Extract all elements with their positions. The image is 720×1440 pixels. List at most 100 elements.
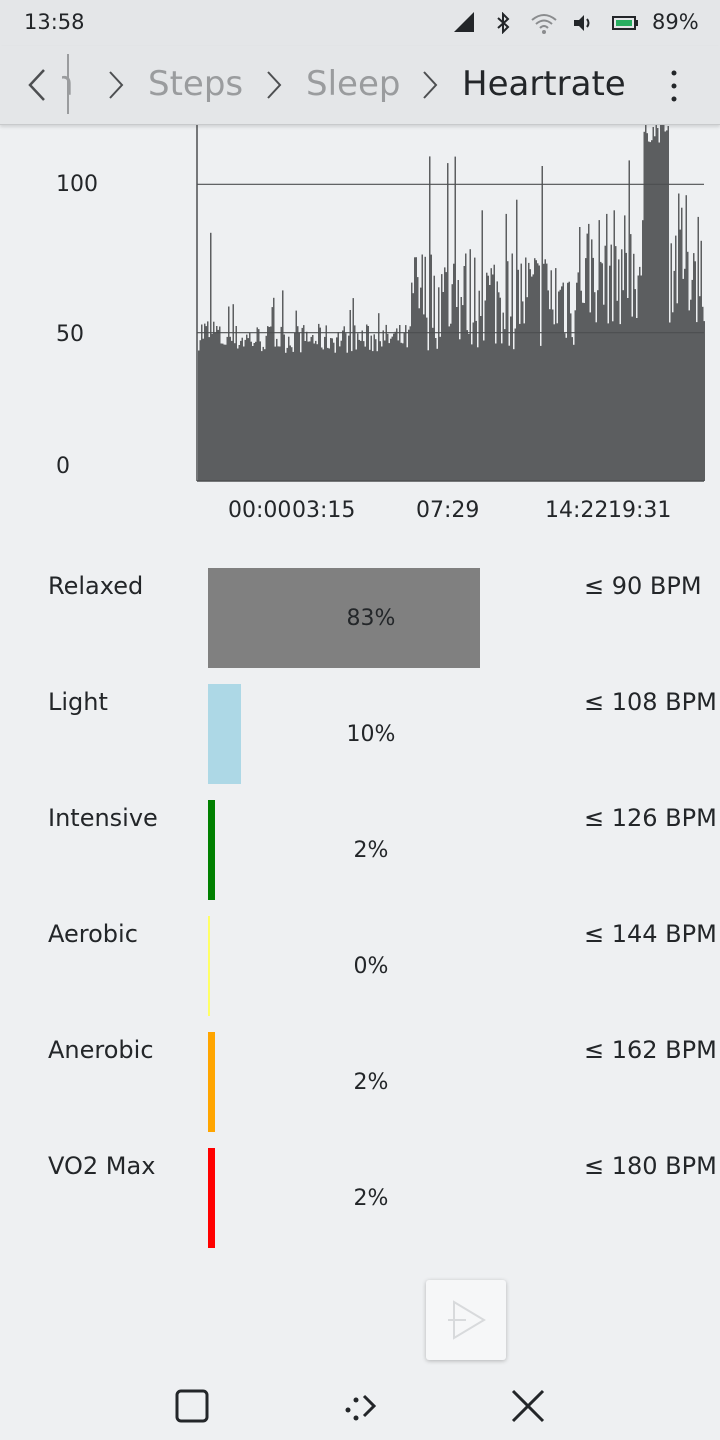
heartrate-bar — [282, 290, 284, 481]
zone-bpm: ≤ 144 BPM — [584, 920, 717, 948]
heartrate-bar — [447, 163, 449, 481]
overflow-menu-icon[interactable] — [662, 68, 686, 104]
heartrate-bar — [477, 347, 479, 481]
heartrate-bar — [453, 263, 455, 481]
heartrate-bar — [370, 335, 372, 481]
heartrate-bar — [445, 272, 447, 481]
breadcrumb-scroll-divider — [67, 54, 69, 114]
heartrate-bar — [408, 329, 410, 481]
heartrate-bar — [301, 327, 303, 481]
breadcrumb-truncated[interactable]: h — [62, 64, 82, 104]
heartrate-bar — [633, 253, 635, 481]
heartrate-bar — [583, 303, 585, 481]
heartrate-bar — [285, 352, 287, 481]
heartrate-bar — [313, 343, 315, 481]
play-button[interactable] — [426, 1280, 506, 1360]
zone-percent: 0% — [353, 954, 389, 979]
heartrate-bar — [666, 130, 668, 481]
zone-percent: 2% — [353, 1070, 389, 1095]
heartrate-bar — [414, 257, 416, 481]
heartrate-bar — [256, 327, 258, 481]
heartrate-bar — [580, 290, 582, 481]
heartrate-bar — [268, 327, 270, 481]
heartrate-bar — [246, 334, 248, 481]
heartrate-bar — [298, 333, 300, 481]
breadcrumb-sleep[interactable]: Sleep — [306, 64, 400, 104]
heartrate-bar — [537, 263, 539, 481]
heartrate-bar — [469, 249, 471, 481]
heartrate-bar — [205, 326, 207, 481]
heartrate-bar — [412, 293, 414, 481]
breadcrumb-steps[interactable]: Steps — [148, 64, 243, 104]
overview-square-icon[interactable] — [172, 1386, 212, 1426]
heartrate-bar — [226, 336, 228, 481]
heartrate-bar — [642, 220, 644, 481]
heartrate-bar — [451, 284, 453, 481]
heartrate-bar — [697, 216, 699, 481]
heartrate-bar — [450, 323, 452, 481]
heartrate-bar — [622, 290, 624, 481]
heartrate-bar — [564, 333, 566, 481]
heartrate-bar — [415, 257, 417, 481]
heartrate-bar — [411, 282, 413, 481]
x-tick-label: 19:31 — [608, 498, 671, 523]
heartrate-bar — [679, 229, 681, 481]
heartrate-bar — [432, 327, 434, 481]
heartrate-bar — [489, 285, 491, 481]
heartrate-bar — [577, 272, 579, 481]
heartrate-bar — [672, 312, 674, 481]
heartrate-bar — [550, 270, 552, 481]
heartrate-bar — [403, 332, 405, 481]
zone-row-anerobic: Anerobic 2% ≤ 162 BPM — [0, 1032, 720, 1132]
heartrate-bar — [670, 243, 672, 481]
heartrate-bar — [480, 316, 482, 481]
heartrate-chart-svg: 100 50 0 00:00 03:15 07:29 14:22 19:31 — [56, 125, 705, 523]
back-icon[interactable] — [24, 66, 54, 104]
heartrate-bar — [534, 258, 536, 481]
heartrate-bar — [355, 349, 357, 481]
wifi-icon — [531, 14, 557, 34]
heartrate-bar — [585, 258, 587, 481]
heartrate-bar — [483, 340, 485, 481]
heartrate-bar — [315, 340, 317, 481]
heartrate-bar — [591, 239, 593, 481]
heartrate-bar — [438, 287, 440, 481]
heartrate-bar — [253, 343, 255, 481]
heartrate-bar — [417, 277, 419, 481]
heartrate-bar — [562, 282, 564, 481]
heartrate-bar — [552, 309, 554, 481]
heartrate-bar — [471, 344, 473, 481]
heartrate-bar — [703, 321, 705, 481]
heartrate-bar — [400, 342, 402, 481]
heartrate-bar — [595, 322, 597, 481]
heartrate-bar — [309, 341, 311, 481]
heartrate-bar — [655, 125, 657, 481]
heartrate-bar — [220, 343, 222, 481]
heartrate-bar — [264, 349, 266, 481]
zone-label: Aerobic — [48, 920, 138, 948]
heartrate-bar — [505, 213, 507, 481]
heartrate-bar — [420, 287, 422, 481]
heartrate-bar — [349, 310, 351, 481]
heartrate-bar — [292, 351, 294, 481]
heartrate-bar — [588, 223, 590, 481]
heartrate-bar — [675, 235, 677, 481]
home-dots-icon[interactable] — [340, 1386, 380, 1426]
chevron-right-icon — [423, 71, 438, 99]
breadcrumb-heartrate[interactable]: Heartrate — [462, 64, 626, 104]
heartrate-bar — [372, 351, 374, 481]
heartrate-bar — [556, 323, 558, 481]
close-icon[interactable] — [508, 1386, 548, 1426]
heartrate-bar — [586, 233, 588, 481]
heartrate-bar — [225, 344, 227, 481]
heartrate-bar — [508, 345, 510, 481]
heartrate-bar — [442, 292, 444, 481]
heartrate-bar — [337, 332, 339, 481]
heartrate-bar — [217, 329, 219, 481]
heartrate-bar — [684, 268, 686, 481]
y-tick-label: 0 — [56, 454, 70, 479]
heartrate-bar — [237, 348, 239, 481]
zone-bar-aerobic — [208, 916, 210, 1016]
heartrate-bar — [348, 335, 350, 481]
heartrate-bar — [645, 125, 647, 481]
